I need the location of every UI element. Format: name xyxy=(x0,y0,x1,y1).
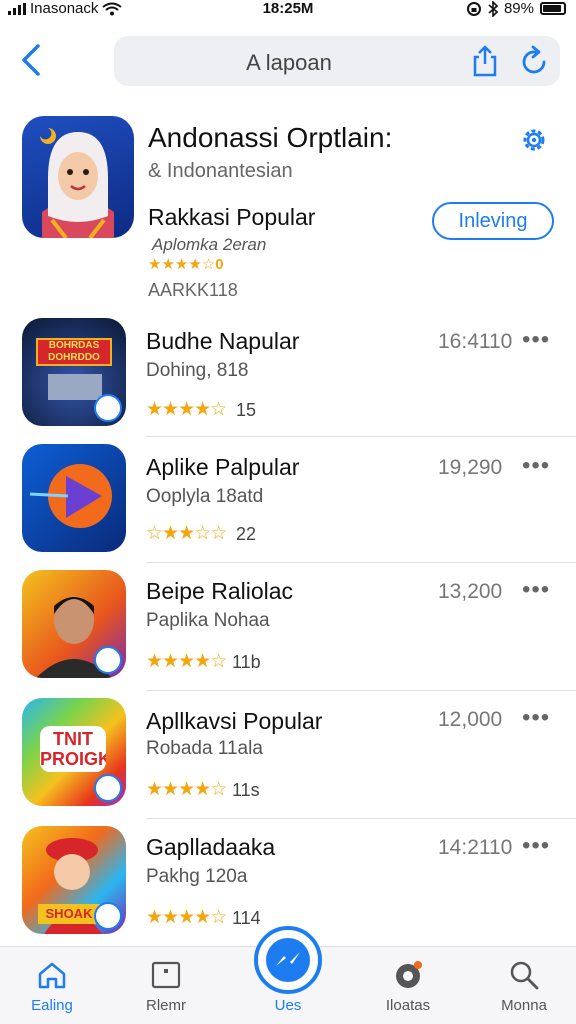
rating-count: 11b xyxy=(232,652,261,672)
battery-percent: 89% xyxy=(503,0,534,17)
gear-icon[interactable] xyxy=(518,124,550,156)
status-right: 89% xyxy=(466,0,566,17)
messenger-button[interactable] xyxy=(254,926,322,994)
app-name: Budhe Napular xyxy=(146,328,300,354)
divider xyxy=(146,818,576,819)
rating-count: 22 xyxy=(236,524,257,544)
rating-count: 11s xyxy=(232,780,260,800)
tab-camera[interactable]: Iloatas xyxy=(358,947,458,1024)
app-developer: Pakhg 120a xyxy=(146,866,248,887)
app-name: Apllkavsi Popular xyxy=(146,708,323,734)
more-icon[interactable]: ••• xyxy=(522,832,550,860)
app-icon[interactable]: TNIT PROIGK xyxy=(22,698,126,806)
more-icon[interactable]: ••• xyxy=(522,704,550,732)
more-icon[interactable]: ••• xyxy=(522,576,550,604)
app-icon-text: TNIT PROIGK xyxy=(40,726,106,772)
back-button[interactable] xyxy=(14,40,50,80)
list-item[interactable]: TNIT PROIGK Apllkavsi Popular Robada 11a… xyxy=(0,698,576,819)
featured-subtitle: & Indonantesian xyxy=(148,160,293,182)
search-label: A lapoan xyxy=(246,50,332,75)
battery-icon xyxy=(540,2,566,15)
search-icon xyxy=(510,961,539,990)
list-item[interactable]: Beipe Raliolac Paplika Nohaa ★★★★☆ 11b 1… xyxy=(0,570,576,691)
divider xyxy=(146,436,576,437)
featured-rating-text: 0 xyxy=(215,256,224,273)
featured-app-name[interactable]: Rakkasi Popular xyxy=(148,204,315,231)
tab-home[interactable]: Ealing xyxy=(2,947,102,1024)
play-arrow-icon xyxy=(29,464,112,528)
app-size: 14:2110 xyxy=(438,836,513,859)
tab-label: Ues xyxy=(274,997,302,1014)
bluetooth-icon xyxy=(488,0,498,17)
list-item[interactable]: SHOAK Gaplladaaka Pakhg 120a ★★★★☆ 114 1… xyxy=(0,826,576,940)
app-icon[interactable]: BOHRDAS DOHRDDO xyxy=(22,318,126,426)
rating-count: 15 xyxy=(236,400,257,420)
star-rating-icon: ★★★★☆ xyxy=(146,907,227,928)
messenger-icon xyxy=(266,938,310,982)
refresh-badge-icon xyxy=(94,774,122,802)
app-size: 12,000 xyxy=(438,708,503,731)
star-rating-icon: ★★★★☆ xyxy=(146,399,227,420)
featured-app-icon[interactable] xyxy=(22,116,134,238)
camera-icon xyxy=(396,961,422,988)
app-name: Beipe Raliolac xyxy=(146,578,294,604)
list-item[interactable]: Aplike Palpular Ooplyla 18atd ☆★★☆☆ 22 1… xyxy=(0,444,576,564)
star-rating-icon: ★★★★☆ xyxy=(146,651,227,672)
tab-label: Ealing xyxy=(31,997,73,1014)
star-rating-icon: ★★★★☆ xyxy=(146,779,227,800)
app-icon[interactable]: SHOAK xyxy=(22,826,126,934)
tab-label: Iloatas xyxy=(385,997,431,1014)
divider xyxy=(146,690,576,691)
app-icon-text: BOHRDAS DOHRDDO xyxy=(36,338,112,366)
chevron-left-icon xyxy=(22,44,40,76)
app-developer: Dohing, 818 xyxy=(146,360,249,381)
building-shape xyxy=(48,374,102,400)
avatar-illustration xyxy=(40,128,114,238)
messenger-badge-icon xyxy=(94,394,122,422)
app-icon[interactable] xyxy=(22,570,126,678)
app-icon-text: SHOAK xyxy=(38,904,100,924)
star-rating-icon: ☆★★☆☆ xyxy=(146,523,227,544)
star-rating-icon: ★★★★☆ xyxy=(148,256,216,273)
lock-rotation-icon xyxy=(466,1,481,16)
more-icon[interactable]: ••• xyxy=(522,326,550,354)
app-developer: Ooplyla 18atd xyxy=(146,486,264,507)
app-icon[interactable] xyxy=(22,444,126,552)
more-icon[interactable]: ••• xyxy=(522,452,550,480)
app-size: 16:4110 xyxy=(438,330,513,353)
check-badge-icon xyxy=(94,902,122,930)
divider xyxy=(146,562,576,563)
play-badge-icon xyxy=(94,646,122,674)
tab-search[interactable]: Monna xyxy=(474,947,574,1024)
refresh-icon[interactable] xyxy=(518,45,550,77)
get-button[interactable]: Inleving xyxy=(432,202,554,240)
tab-label: Monna xyxy=(501,997,547,1014)
home-icon xyxy=(38,962,66,989)
rating-count: 114 xyxy=(232,908,261,928)
app-size: 19,290 xyxy=(438,456,503,479)
app-developer: Paplika Nohaa xyxy=(146,610,270,631)
tab-label: Rlemr xyxy=(146,997,186,1014)
tab-calendar[interactable]: Rlemr xyxy=(116,947,216,1024)
app-name: Gaplladaaka xyxy=(146,834,276,860)
featured-developer: Aplomka 2eran xyxy=(152,235,267,254)
share-icon[interactable] xyxy=(470,44,500,78)
list-item[interactable]: BOHRDAS DOHRDDO Budhe Napular Dohing, 81… xyxy=(0,318,576,438)
featured-title: Andonassi Orptlain: xyxy=(148,122,393,153)
search-bar[interactable]: A lapoan xyxy=(114,36,560,86)
calendar-icon xyxy=(151,961,181,989)
app-name: Aplike Palpular xyxy=(146,454,300,480)
app-developer: Robada 11ala xyxy=(146,738,263,759)
app-size: 13,200 xyxy=(438,580,503,603)
featured-count: AARKK118 xyxy=(148,280,238,300)
status-bar: Inasonack 18:25M 89% xyxy=(0,0,576,22)
featured-rating: ★★★★☆0 xyxy=(148,255,224,273)
